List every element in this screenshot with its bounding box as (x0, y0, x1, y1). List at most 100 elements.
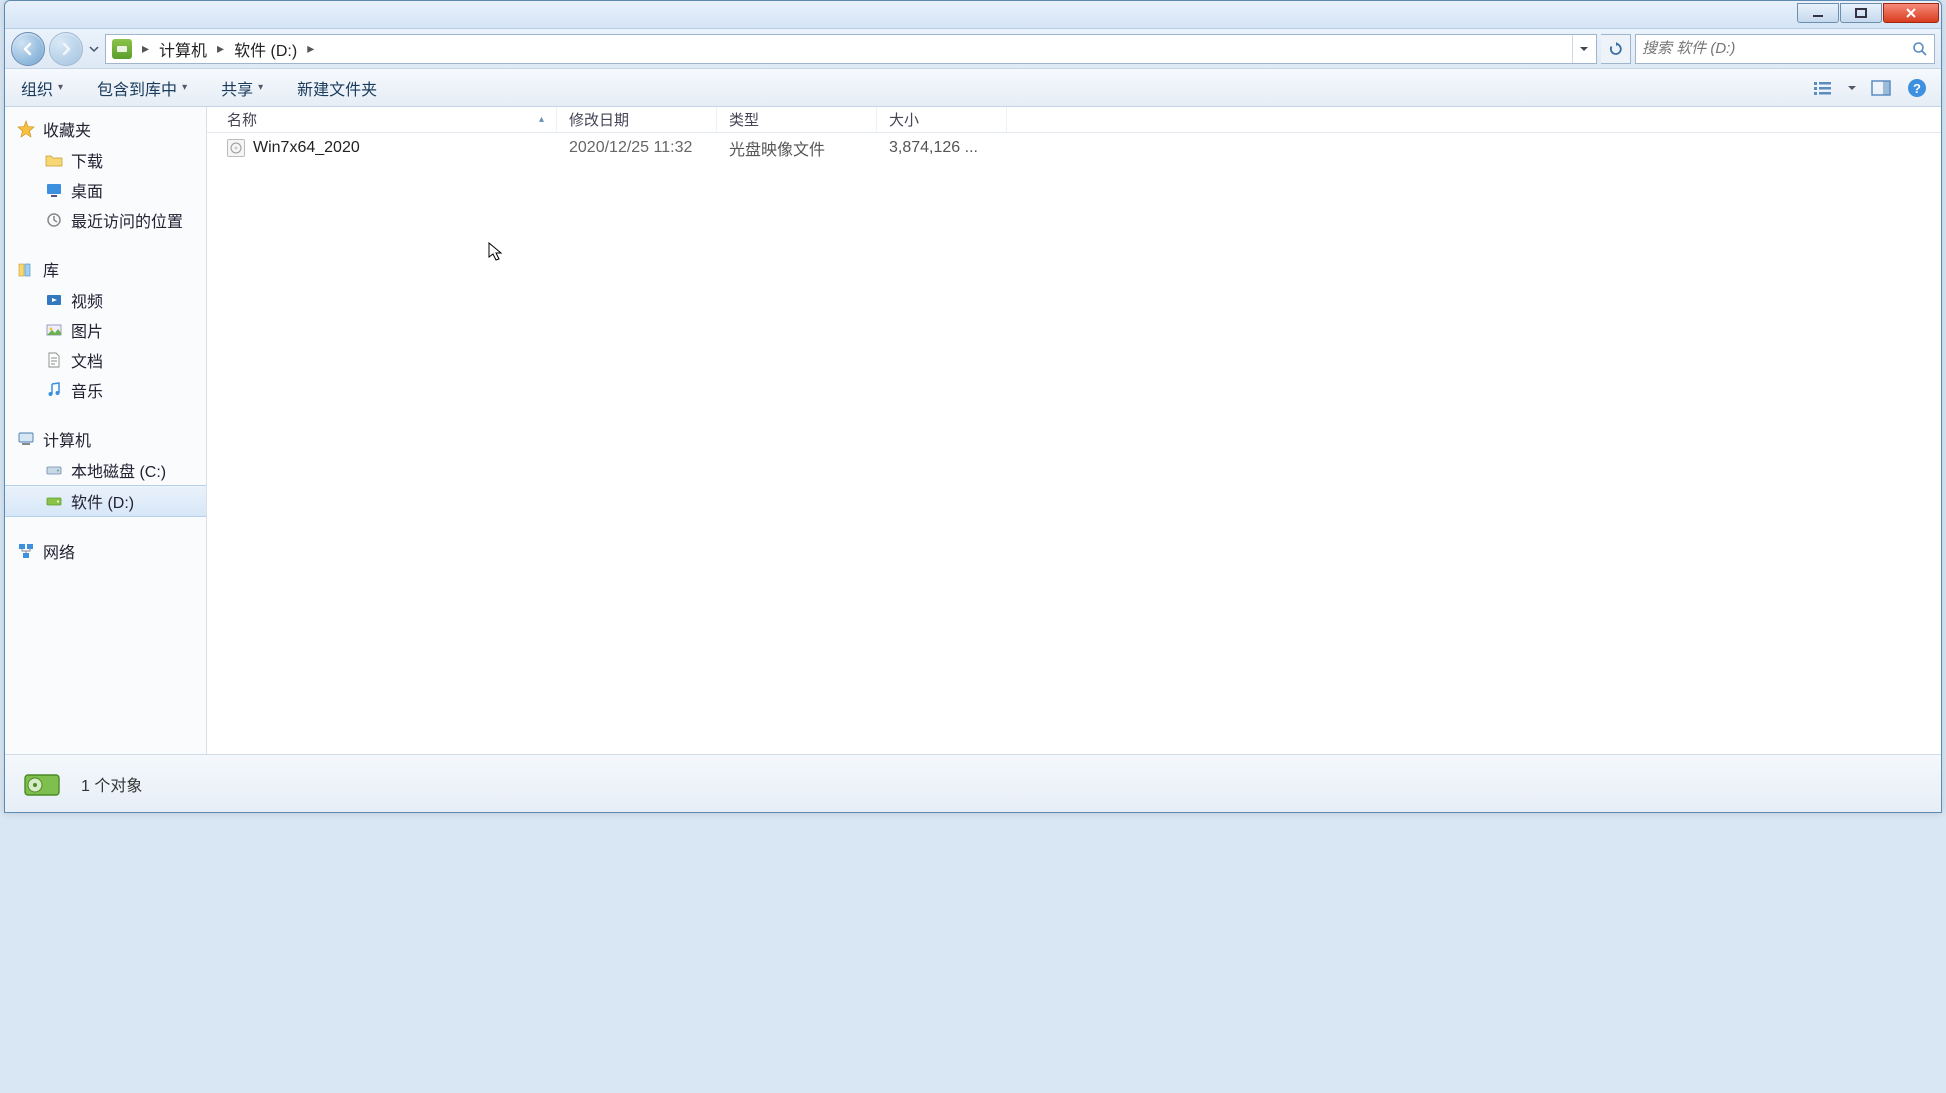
column-size-label: 大小 (889, 109, 919, 130)
sidebar-libraries-label: 库 (43, 257, 59, 281)
star-icon (17, 120, 35, 138)
minimize-button[interactable] (1797, 3, 1839, 23)
folder-icon (45, 151, 63, 169)
include-in-library-menu[interactable]: 包含到库中 ▾ (91, 72, 193, 104)
sidebar-recent[interactable]: 最近访问的位置 (5, 205, 206, 235)
column-headers: 名称 ▴ 修改日期 类型 大小 (207, 107, 1941, 133)
address-bar[interactable]: ▸ 计算机 ▸ 软件 (D:) ▸ (105, 34, 1597, 64)
sidebar-drive-d-label: 软件 (D:) (71, 489, 134, 513)
newfolder-label: 新建文件夹 (297, 76, 377, 100)
chevron-down-icon: ▾ (182, 82, 187, 93)
network-icon (17, 542, 35, 560)
column-name[interactable]: 名称 ▴ (207, 107, 557, 132)
organize-menu[interactable]: 组织 ▾ (15, 72, 69, 104)
preview-pane-button[interactable] (1867, 75, 1895, 101)
file-type: 光盘映像文件 (717, 136, 877, 160)
sidebar-videos-label: 视频 (71, 288, 103, 312)
view-options-button[interactable] (1809, 75, 1837, 101)
column-name-label: 名称 (227, 109, 257, 130)
share-menu[interactable]: 共享 ▾ (215, 72, 269, 104)
search-box[interactable] (1635, 34, 1935, 64)
document-icon (45, 351, 63, 369)
refresh-button[interactable] (1601, 34, 1631, 64)
status-bar: 1 个对象 (5, 754, 1941, 812)
pictures-icon (45, 321, 63, 339)
sidebar-network[interactable]: 网络 (5, 535, 206, 567)
sidebar-drive-c[interactable]: 本地磁盘 (C:) (5, 455, 206, 485)
explorer-window: ▸ 计算机 ▸ 软件 (D:) ▸ 组织 ▾ 包含到库中 ▾ 共享 ▾ (4, 0, 1942, 813)
history-dropdown[interactable] (87, 33, 101, 65)
file-size: 3,874,126 ... (877, 139, 1007, 157)
search-input[interactable] (1642, 40, 1912, 57)
breadcrumb-computer[interactable]: 计算机 (153, 37, 213, 61)
column-type[interactable]: 类型 (717, 107, 877, 132)
titlebar (5, 1, 1941, 29)
navigation-bar: ▸ 计算机 ▸ 软件 (D:) ▸ (5, 29, 1941, 69)
sidebar-pictures-label: 图片 (71, 318, 103, 342)
music-icon (45, 381, 63, 399)
search-icon (1912, 41, 1928, 57)
close-button[interactable] (1883, 3, 1939, 23)
column-type-label: 类型 (729, 109, 759, 130)
chevron-right-icon: ▸ (213, 40, 228, 57)
drive-large-icon (19, 761, 65, 807)
sort-ascending-icon: ▴ (539, 114, 544, 125)
navigation-pane[interactable]: 收藏夹 下载 桌面 最近访问的位置 库 (5, 107, 207, 754)
sidebar-desktop-label: 桌面 (71, 178, 103, 202)
help-button[interactable]: ? (1903, 75, 1931, 101)
forward-button[interactable] (49, 32, 83, 66)
command-bar: 组织 ▾ 包含到库中 ▾ 共享 ▾ 新建文件夹 (5, 69, 1941, 107)
sidebar-computer-label: 计算机 (43, 427, 91, 451)
sidebar-favorites-label: 收藏夹 (43, 117, 91, 141)
file-name: Win7x64_2020 (253, 139, 360, 157)
maximize-button[interactable] (1840, 3, 1882, 23)
sidebar-pictures[interactable]: 图片 (5, 315, 206, 345)
drive-icon (45, 492, 63, 510)
chevron-down-icon: ▾ (58, 82, 63, 93)
video-icon (45, 291, 63, 309)
sidebar-documents-label: 文档 (71, 348, 103, 372)
file-row[interactable]: Win7x64_2020 2020/12/25 11:32 光盘映像文件 3,8… (207, 133, 1941, 163)
drive-icon (45, 461, 63, 479)
svg-text:?: ? (1913, 81, 1921, 96)
chevron-right-icon: ▸ (138, 40, 153, 57)
chevron-right-icon: ▸ (303, 40, 318, 57)
sidebar-desktop[interactable]: 桌面 (5, 175, 206, 205)
column-date[interactable]: 修改日期 (557, 107, 717, 132)
address-dropdown[interactable] (1572, 35, 1594, 63)
file-list-pane: 名称 ▴ 修改日期 类型 大小 Win7x64_2020 2020/12/25 … (207, 107, 1941, 754)
sidebar-drive-c-label: 本地磁盘 (C:) (71, 458, 166, 482)
sidebar-music[interactable]: 音乐 (5, 375, 206, 405)
drive-icon (112, 39, 132, 59)
chevron-down-icon: ▾ (258, 82, 263, 93)
new-folder-button[interactable]: 新建文件夹 (291, 72, 383, 104)
sidebar-downloads[interactable]: 下载 (5, 145, 206, 175)
desktop-icon (45, 181, 63, 199)
file-rows[interactable]: Win7x64_2020 2020/12/25 11:32 光盘映像文件 3,8… (207, 133, 1941, 754)
share-label: 共享 (221, 76, 253, 100)
computer-icon (17, 430, 35, 448)
organize-label: 组织 (21, 76, 53, 100)
iso-file-icon (227, 139, 245, 157)
body-area: 收藏夹 下载 桌面 最近访问的位置 库 (5, 107, 1941, 754)
back-button[interactable] (11, 32, 45, 66)
view-dropdown[interactable] (1845, 75, 1859, 101)
include-label: 包含到库中 (97, 76, 177, 100)
sidebar-recent-label: 最近访问的位置 (71, 208, 183, 232)
breadcrumb-drive[interactable]: 软件 (D:) (228, 37, 303, 61)
recent-icon (45, 211, 63, 229)
sidebar-documents[interactable]: 文档 (5, 345, 206, 375)
column-size[interactable]: 大小 (877, 107, 1007, 132)
sidebar-libraries[interactable]: 库 (5, 253, 206, 285)
sidebar-videos[interactable]: 视频 (5, 285, 206, 315)
file-date: 2020/12/25 11:32 (557, 139, 717, 157)
sidebar-drive-d[interactable]: 软件 (D:) (5, 485, 206, 517)
column-date-label: 修改日期 (569, 109, 629, 130)
sidebar-computer[interactable]: 计算机 (5, 423, 206, 455)
sidebar-network-label: 网络 (43, 539, 75, 563)
sidebar-downloads-label: 下载 (71, 148, 103, 172)
sidebar-music-label: 音乐 (71, 378, 103, 402)
libraries-icon (17, 260, 35, 278)
sidebar-favorites[interactable]: 收藏夹 (5, 113, 206, 145)
status-text: 1 个对象 (81, 772, 142, 796)
